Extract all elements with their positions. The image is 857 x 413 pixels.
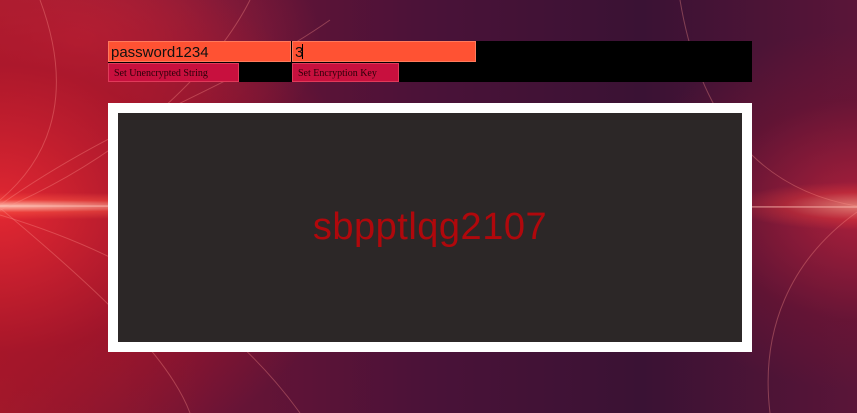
set-unencrypted-string-button[interactable]: Set Unencrypted String [108, 63, 239, 82]
unencrypted-string-value: password1234 [111, 44, 209, 61]
unencrypted-string-input[interactable]: password1234 [108, 41, 291, 62]
output-panel: sbpptlqg2107 [118, 113, 742, 342]
encryption-key-input[interactable]: 3 [292, 41, 476, 62]
set-encryption-key-button[interactable]: Set Encryption Key [292, 63, 399, 82]
text-caret [302, 44, 304, 59]
encrypted-output-text: sbpptlqg2107 [312, 206, 548, 248]
